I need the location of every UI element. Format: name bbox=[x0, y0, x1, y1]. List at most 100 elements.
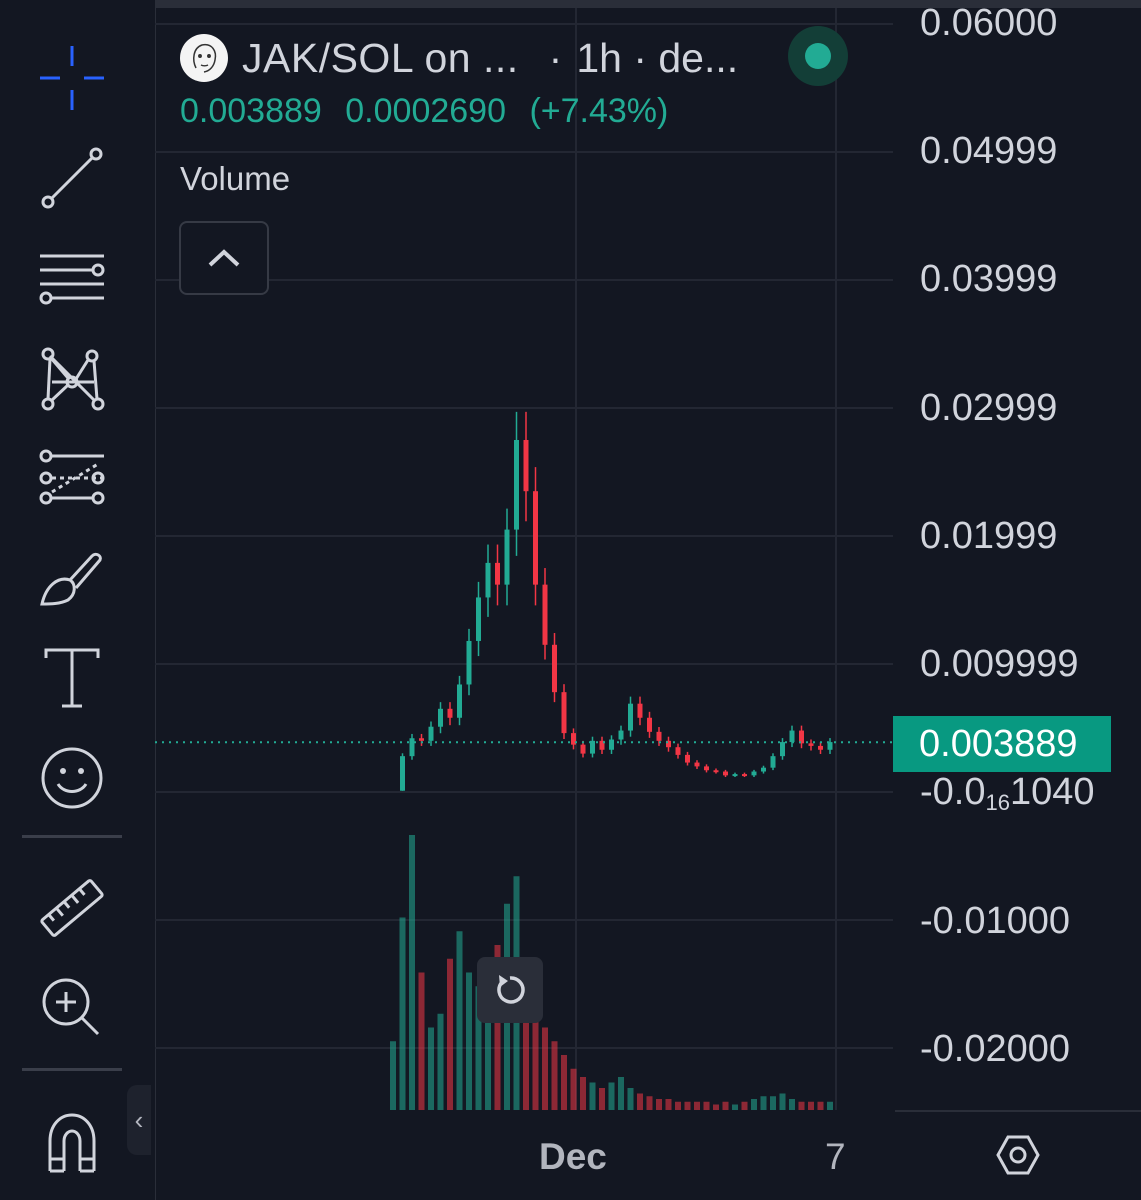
volume-bar bbox=[760, 1096, 767, 1110]
symbol-title[interactable]: JAK/SOL on ... bbox=[242, 35, 519, 82]
volume-bar bbox=[390, 1041, 396, 1110]
volume-bars bbox=[390, 835, 833, 1110]
zero-label-subscript: 16 bbox=[985, 790, 1010, 815]
chevron-up-icon bbox=[208, 249, 240, 267]
volume-bar bbox=[722, 1101, 729, 1110]
candle-body bbox=[447, 708, 453, 718]
last-price-value: 0.003889 bbox=[180, 92, 322, 130]
volume-bar bbox=[808, 1101, 814, 1110]
candle-body bbox=[533, 491, 538, 585]
volume-bar bbox=[789, 1099, 795, 1110]
legend-collapse-button[interactable] bbox=[179, 221, 269, 295]
candle-body bbox=[656, 731, 662, 741]
symbol-row[interactable]: JAK/SOL on ... · 1h · de... bbox=[180, 26, 848, 86]
candle-body bbox=[732, 774, 738, 777]
candle-body bbox=[542, 584, 548, 645]
candle-body bbox=[808, 743, 814, 746]
price-axis-label: 0.06000 bbox=[920, 2, 1058, 44]
volume-indicator-label[interactable]: Volume bbox=[180, 160, 290, 198]
volume-bar bbox=[618, 1077, 624, 1110]
candle-body bbox=[523, 440, 529, 492]
reset-icon bbox=[497, 975, 525, 1004]
chart-canvas bbox=[155, 8, 893, 1110]
volume-bar bbox=[713, 1104, 719, 1110]
candle-body bbox=[827, 742, 833, 750]
reset-chart-button[interactable] bbox=[477, 957, 543, 1023]
candle-body bbox=[647, 717, 652, 732]
volume-bar bbox=[665, 1099, 672, 1110]
volume-bar bbox=[599, 1088, 605, 1110]
volume-bar bbox=[646, 1096, 653, 1110]
price-change-value: 0.0002690 bbox=[345, 92, 506, 130]
candle-body bbox=[780, 742, 785, 757]
volume-bar bbox=[437, 1013, 444, 1110]
wojak-face-icon bbox=[193, 43, 217, 73]
volume-bar bbox=[542, 1027, 548, 1110]
volume-bar bbox=[447, 958, 453, 1110]
candle-body bbox=[637, 703, 643, 718]
price-axis-label: 0.04999 bbox=[920, 130, 1058, 172]
candle-body bbox=[770, 756, 776, 768]
price-axis-zero-label: -0.0161040 bbox=[920, 771, 1095, 816]
candle-body bbox=[789, 730, 795, 743]
candle-body bbox=[818, 745, 823, 750]
candle-body bbox=[457, 684, 462, 718]
volume-bar bbox=[827, 1101, 833, 1110]
candle-body bbox=[561, 692, 567, 734]
volume-bar bbox=[675, 1101, 681, 1110]
time-axis-label: 7 bbox=[825, 1136, 846, 1177]
last-price-badge: 0.003889 bbox=[893, 716, 1111, 772]
volume-bar bbox=[741, 1101, 748, 1110]
chart-settings-button[interactable] bbox=[995, 1132, 1041, 1178]
volume-bar bbox=[656, 1099, 662, 1110]
volume-bar bbox=[770, 1096, 776, 1110]
volume-bar bbox=[608, 1082, 615, 1110]
title-separator: · bbox=[548, 34, 563, 81]
price-row: 0.003889 0.0002690 (+7.43%) bbox=[180, 92, 738, 131]
volume-bar bbox=[428, 1027, 434, 1110]
volume-bar bbox=[751, 1099, 757, 1110]
volume-bar bbox=[779, 1093, 786, 1110]
volume-bar bbox=[418, 972, 425, 1110]
candle-body bbox=[628, 703, 633, 731]
candle-body bbox=[761, 767, 766, 772]
candle-body bbox=[618, 730, 624, 740]
candle-body bbox=[552, 644, 557, 693]
volume-bar bbox=[580, 1077, 586, 1110]
volume-bar bbox=[684, 1101, 691, 1110]
candle-body bbox=[580, 744, 586, 754]
candle-body bbox=[675, 747, 681, 755]
volume-bar bbox=[798, 1101, 805, 1110]
candle-body bbox=[723, 771, 728, 776]
candle-body bbox=[685, 754, 690, 763]
candle-body bbox=[428, 726, 434, 741]
volume-bar bbox=[817, 1101, 824, 1110]
candle-body bbox=[713, 770, 719, 773]
candle-body bbox=[751, 771, 757, 776]
price-axis-label: 0.01999 bbox=[920, 515, 1058, 557]
candle-body bbox=[400, 756, 405, 791]
volume-bar bbox=[703, 1101, 710, 1110]
candle-body bbox=[504, 529, 510, 585]
candle-body bbox=[409, 738, 415, 757]
zero-label-prefix: -0.0 bbox=[920, 771, 986, 813]
chart-legend: JAK/SOL on ... · 1h · de... 0.003889 0.0… bbox=[180, 26, 848, 131]
zero-label-suffix: 1040 bbox=[1009, 771, 1095, 813]
candle-body bbox=[419, 738, 424, 741]
token-logo bbox=[180, 34, 228, 82]
candle-body bbox=[609, 739, 614, 750]
candle-body bbox=[514, 440, 519, 530]
price-axis-label: -0.01000 bbox=[920, 900, 1071, 942]
timeframe-label[interactable]: 1h · de... bbox=[576, 35, 738, 82]
volume-bar bbox=[409, 835, 415, 1110]
volume-bar bbox=[570, 1068, 577, 1110]
volume-bar bbox=[637, 1093, 643, 1110]
price-axis-label: -0.02000 bbox=[920, 1028, 1071, 1070]
candle-body bbox=[466, 640, 472, 685]
price-axis-label: 0.03999 bbox=[920, 258, 1058, 300]
live-status-indicator[interactable] bbox=[788, 26, 848, 86]
candle-body bbox=[694, 762, 700, 767]
volume-bar bbox=[561, 1055, 567, 1110]
volume-bar bbox=[466, 972, 472, 1110]
volume-bar bbox=[399, 917, 406, 1110]
